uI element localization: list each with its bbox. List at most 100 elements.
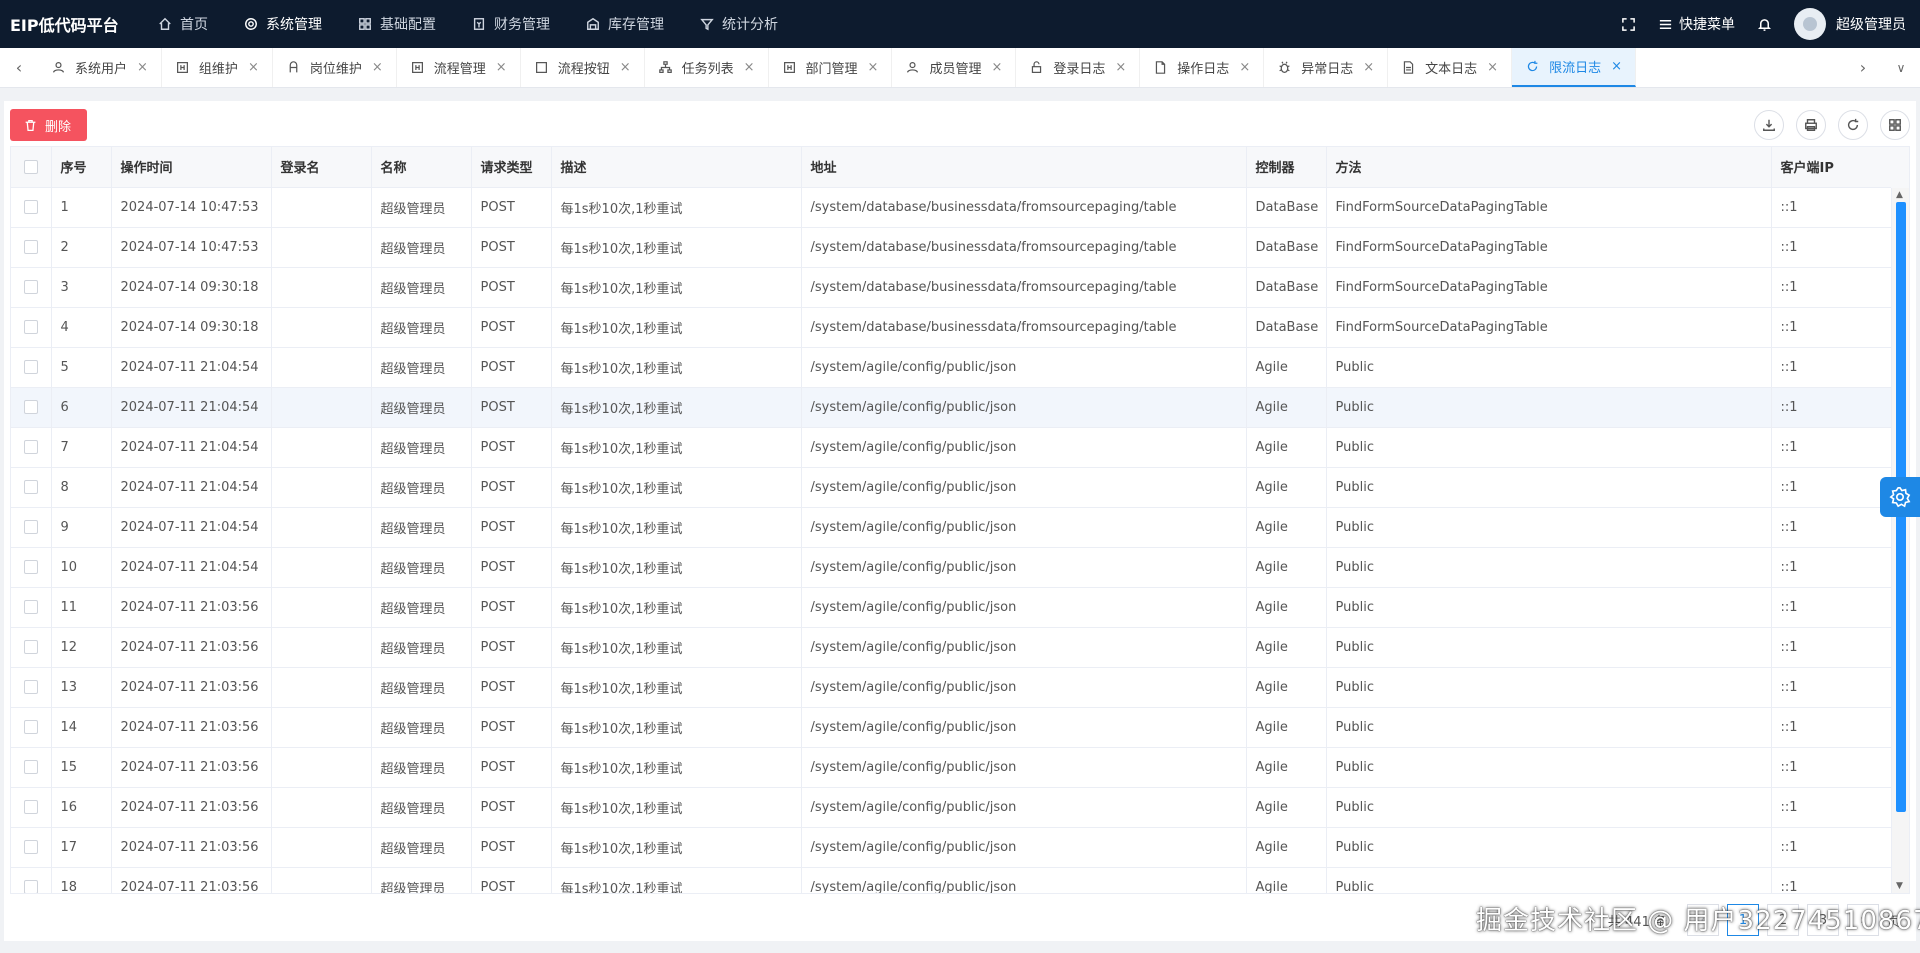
- column-settings-button[interactable]: [1880, 110, 1910, 140]
- vertical-scrollbar[interactable]: ▲ ▼: [1891, 188, 1909, 893]
- tabs-dropdown[interactable]: ∨: [1882, 61, 1920, 75]
- row-checkbox[interactable]: [23, 240, 38, 254]
- column-header[interactable]: 地址: [801, 147, 1247, 188]
- table-row[interactable]: 5 2024-07-11 21:04:54 超级管理员 POST 每1s秒10次,1秒重…: [11, 347, 1892, 388]
- row-checkbox-cell[interactable]: [11, 627, 52, 668]
- notification-button[interactable]: [1757, 17, 1772, 32]
- fullscreen-button[interactable]: [1621, 17, 1636, 32]
- column-header[interactable]: 控制器: [1246, 147, 1327, 188]
- table-row[interactable]: 14 2024-07-11 21:03:56 超级管理员 POST 每1s秒10次,1秒…: [11, 707, 1892, 748]
- column-header[interactable]: 方法: [1326, 147, 1772, 188]
- column-header[interactable]: 操作时间: [111, 147, 272, 188]
- close-icon[interactable]: ×: [496, 60, 507, 75]
- row-checkbox[interactable]: [23, 520, 38, 534]
- topnav-basic-config[interactable]: 基础配置: [340, 0, 454, 48]
- table-row[interactable]: 2 2024-07-14 10:47:53 超级管理员 POST 每1s秒10次,1秒重…: [11, 227, 1892, 268]
- row-checkbox-cell[interactable]: [11, 507, 52, 548]
- close-icon[interactable]: ×: [1239, 60, 1250, 75]
- close-icon[interactable]: ×: [372, 60, 383, 75]
- row-checkbox-cell[interactable]: [11, 427, 52, 468]
- topnav-warehouse[interactable]: 库存管理: [568, 0, 682, 48]
- tab-1[interactable]: 系统用户 ×: [38, 48, 162, 87]
- column-header[interactable]: 请求类型: [471, 147, 552, 188]
- table-row[interactable]: 13 2024-07-11 21:03:56 超级管理员 POST 每1s秒10次,1秒…: [11, 667, 1892, 708]
- row-checkbox[interactable]: [23, 560, 38, 574]
- row-checkbox[interactable]: [23, 360, 38, 374]
- row-checkbox[interactable]: [23, 400, 38, 414]
- table-row[interactable]: 18 2024-07-11 21:03:56 超级管理员 POST 每1s秒10次,1秒…: [11, 867, 1892, 893]
- table-row[interactable]: 17 2024-07-11 21:03:56 超级管理员 POST 每1s秒10次,1秒…: [11, 827, 1892, 868]
- topnav-finance[interactable]: 财务管理: [454, 0, 568, 48]
- row-checkbox-cell[interactable]: [11, 747, 52, 788]
- topnav-system[interactable]: 系统管理: [226, 0, 340, 48]
- row-checkbox[interactable]: [23, 800, 38, 814]
- table-row[interactable]: 11 2024-07-11 21:03:56 超级管理员 POST 每1s秒10次,1秒…: [11, 587, 1892, 628]
- row-checkbox[interactable]: [23, 320, 38, 334]
- topnav-statistics[interactable]: 统计分析: [682, 0, 796, 48]
- close-icon[interactable]: ×: [137, 60, 148, 75]
- column-header[interactable]: 描述: [551, 147, 802, 188]
- row-checkbox-cell[interactable]: [11, 667, 52, 708]
- delete-button[interactable]: 删除: [10, 109, 88, 141]
- row-checkbox-cell[interactable]: [11, 707, 52, 748]
- row-checkbox[interactable]: [23, 600, 38, 614]
- row-checkbox[interactable]: [23, 840, 38, 854]
- select-all-checkbox-cell[interactable]: [11, 147, 52, 188]
- column-header[interactable]: 登录名: [271, 147, 372, 188]
- column-header[interactable]: 序号: [51, 147, 112, 188]
- row-checkbox[interactable]: [23, 480, 38, 494]
- row-checkbox-cell[interactable]: [11, 187, 52, 228]
- row-checkbox-cell[interactable]: [11, 347, 52, 388]
- scroll-down-icon[interactable]: ▼: [1896, 881, 1903, 891]
- tab-6[interactable]: 任务列表 ×: [645, 48, 769, 87]
- tab-12[interactable]: 文本日志 ×: [1388, 48, 1513, 87]
- row-checkbox[interactable]: [23, 280, 38, 294]
- column-header[interactable]: 名称: [371, 147, 472, 188]
- row-checkbox[interactable]: [23, 880, 38, 893]
- table-row[interactable]: 1 2024-07-14 10:47:53 超级管理员 POST 每1s秒10次,1秒重…: [11, 187, 1892, 228]
- export-button[interactable]: [1754, 110, 1784, 140]
- close-icon[interactable]: ×: [868, 60, 879, 75]
- tabs-scroll-left[interactable]: ‹: [0, 48, 38, 87]
- tab-3[interactable]: 岗位维护 ×: [273, 48, 397, 87]
- tab-13[interactable]: 限流日志 ×: [1512, 48, 1636, 87]
- tab-5[interactable]: 流程按钮 ×: [521, 48, 645, 87]
- tab-4[interactable]: 流程管理 ×: [397, 48, 521, 87]
- tab-2[interactable]: 组维护 ×: [162, 48, 273, 87]
- table-row[interactable]: 8 2024-07-11 21:04:54 超级管理员 POST 每1s秒10次,1秒重…: [11, 467, 1892, 508]
- row-checkbox-cell[interactable]: [11, 467, 52, 508]
- tab-10[interactable]: 操作日志 ×: [1140, 48, 1265, 87]
- table-row[interactable]: 12 2024-07-11 21:03:56 超级管理员 POST 每1s秒10次,1秒…: [11, 627, 1892, 668]
- tab-8[interactable]: 成员管理 ×: [892, 48, 1017, 87]
- table-row[interactable]: 6 2024-07-11 21:04:54 超级管理员 POST 每1s秒10次,1秒重…: [11, 387, 1892, 428]
- table-row[interactable]: 10 2024-07-11 21:04:54 超级管理员 POST 每1s秒10次,1秒…: [11, 547, 1892, 588]
- topnav-home[interactable]: 首页: [140, 0, 226, 48]
- row-checkbox-cell[interactable]: [11, 267, 52, 308]
- refresh-button[interactable]: [1838, 110, 1868, 140]
- row-checkbox-cell[interactable]: [11, 787, 52, 828]
- close-icon[interactable]: ×: [1115, 60, 1126, 75]
- table-row[interactable]: 3 2024-07-14 09:30:18 超级管理员 POST 每1s秒10次,1秒重…: [11, 267, 1892, 308]
- row-checkbox[interactable]: [23, 440, 38, 454]
- row-checkbox[interactable]: [23, 680, 38, 694]
- row-checkbox[interactable]: [23, 760, 38, 774]
- select-all-checkbox[interactable]: [23, 159, 38, 174]
- tab-7[interactable]: 部门管理 ×: [769, 48, 893, 87]
- table-row[interactable]: 16 2024-07-11 21:03:56 超级管理员 POST 每1s秒10次,1秒…: [11, 787, 1892, 828]
- table-row[interactable]: 9 2024-07-11 21:04:54 超级管理员 POST 每1s秒10次,1秒重…: [11, 507, 1892, 548]
- scroll-up-icon[interactable]: ▲: [1896, 190, 1903, 200]
- quick-menu-button[interactable]: 快捷菜单: [1658, 14, 1735, 34]
- close-icon[interactable]: ×: [248, 60, 259, 75]
- table-row[interactable]: 7 2024-07-11 21:04:54 超级管理员 POST 每1s秒10次,1秒重…: [11, 427, 1892, 468]
- close-icon[interactable]: ×: [1363, 60, 1374, 75]
- row-checkbox-cell[interactable]: [11, 827, 52, 868]
- tab-11[interactable]: 异常日志 ×: [1264, 48, 1389, 87]
- row-checkbox-cell[interactable]: [11, 307, 52, 348]
- row-checkbox[interactable]: [23, 640, 38, 654]
- theme-settings-button[interactable]: [1880, 477, 1920, 517]
- table-row[interactable]: 15 2024-07-11 21:03:56 超级管理员 POST 每1s秒10次,1秒…: [11, 747, 1892, 788]
- row-checkbox-cell[interactable]: [11, 547, 52, 588]
- row-checkbox[interactable]: [23, 720, 38, 734]
- tabs-scroll-right[interactable]: ›: [1844, 58, 1882, 77]
- close-icon[interactable]: ×: [1611, 59, 1622, 74]
